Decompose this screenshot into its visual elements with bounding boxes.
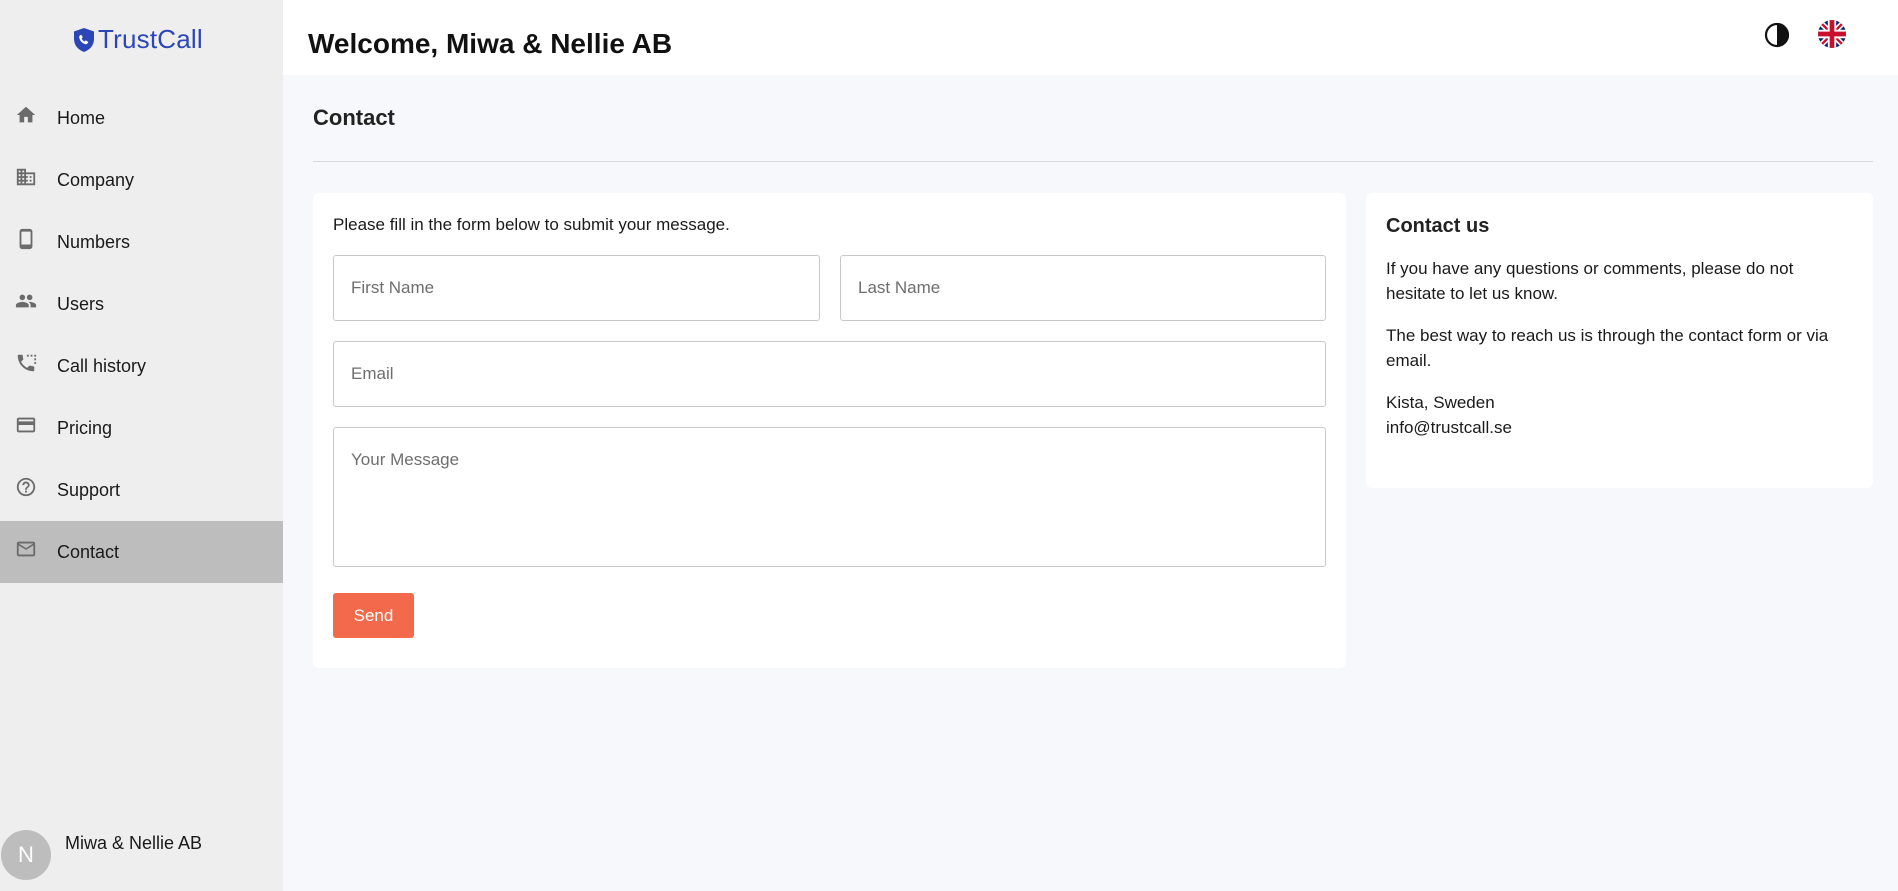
user-name: Miwa & Nellie AB bbox=[65, 833, 203, 853]
sidebar-item-support[interactable]: Support bbox=[0, 459, 283, 521]
sidebar-item-label: Pricing bbox=[57, 417, 113, 438]
sidebar-item-label: Home bbox=[57, 107, 106, 128]
users-icon bbox=[14, 289, 38, 313]
contact-address: Kista, Sweden info@trustcall.se bbox=[1386, 390, 1856, 440]
form-intro: Please fill in the form below to submit … bbox=[333, 215, 730, 234]
user-profile[interactable]: N Miwa & Nellie AB bbox=[0, 830, 283, 882]
main-content: Contact Please fill in the form below to… bbox=[283, 75, 1898, 891]
contact-info-paragraph: The best way to reach us is through the … bbox=[1386, 326, 1829, 370]
building-icon bbox=[14, 165, 38, 189]
page-title: Contact bbox=[313, 105, 395, 130]
sidebar-item-label: Numbers bbox=[57, 231, 131, 252]
contact-email[interactable]: info@trustcall.se bbox=[1386, 415, 1856, 440]
help-circle-icon bbox=[14, 475, 38, 499]
send-button[interactable]: Send bbox=[333, 593, 414, 638]
shield-phone-icon bbox=[74, 27, 94, 52]
sidebar-item-contact[interactable]: Contact bbox=[0, 521, 283, 583]
top-bar: Welcome, Miwa & Nellie AB bbox=[283, 0, 1898, 75]
sidebar-item-label: Users bbox=[57, 293, 105, 314]
home-icon bbox=[14, 103, 38, 127]
last-name-field[interactable] bbox=[840, 255, 1326, 321]
first-name-field[interactable] bbox=[333, 255, 820, 321]
contact-form-card: Please fill in the form below to submit … bbox=[313, 193, 1346, 668]
contact-location: Kista, Sweden bbox=[1386, 393, 1495, 412]
sidebar-item-numbers[interactable]: Numbers bbox=[0, 211, 283, 273]
contact-info-title: Contact us bbox=[1386, 215, 1490, 237]
uk-flag-icon[interactable] bbox=[1818, 20, 1846, 48]
sidebar-item-label: Call history bbox=[57, 355, 147, 376]
avatar: N bbox=[1, 830, 51, 880]
sidebar: TrustCall Home Company Numbers Users Cal… bbox=[0, 0, 283, 891]
sidebar-item-company[interactable]: Company bbox=[0, 149, 283, 211]
sidebar-nav: Home Company Numbers Users Call history … bbox=[0, 87, 283, 583]
sidebar-item-call-history[interactable]: Call history bbox=[0, 335, 283, 397]
email-field[interactable] bbox=[333, 341, 1326, 407]
message-field[interactable] bbox=[333, 427, 1326, 567]
contrast-icon[interactable] bbox=[1764, 22, 1790, 48]
sidebar-item-users[interactable]: Users bbox=[0, 273, 283, 335]
sidebar-item-pricing[interactable]: Pricing bbox=[0, 397, 283, 459]
contact-info-card: Contact us If you have any questions or … bbox=[1366, 193, 1873, 488]
divider bbox=[313, 161, 1873, 162]
sidebar-item-label: Company bbox=[57, 169, 135, 190]
sidebar-item-label: Support bbox=[57, 479, 121, 500]
credit-card-icon bbox=[14, 413, 38, 437]
mail-icon bbox=[14, 537, 38, 561]
brand-name: TrustCall bbox=[98, 24, 203, 54]
phone-device-icon bbox=[14, 227, 38, 251]
call-history-icon bbox=[14, 351, 38, 375]
brand-logo[interactable]: TrustCall bbox=[72, 24, 203, 55]
welcome-heading: Welcome, Miwa & Nellie AB bbox=[308, 28, 673, 59]
sidebar-item-home[interactable]: Home bbox=[0, 87, 283, 149]
contact-info-paragraph: If you have any questions or comments, p… bbox=[1386, 259, 1794, 303]
sidebar-item-label: Contact bbox=[57, 541, 120, 562]
